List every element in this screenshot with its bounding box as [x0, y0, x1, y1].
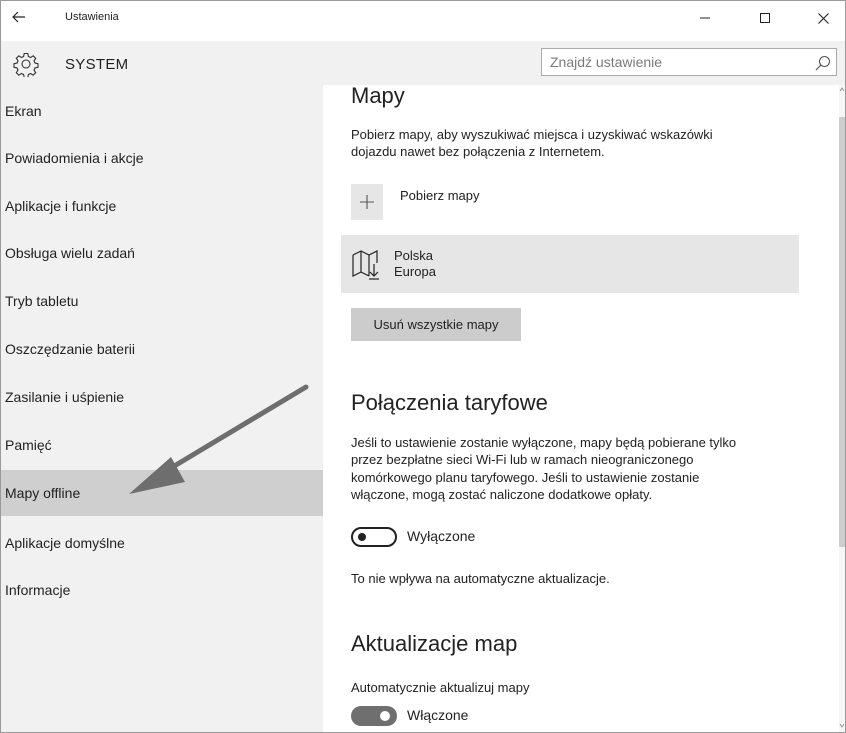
back-arrow-icon — [12, 11, 25, 23]
sidebar-item-tryb-tabletu[interactable]: Tryb tabletu — [1, 278, 323, 324]
toggle-knob — [380, 711, 390, 721]
add-map-button[interactable] — [351, 184, 383, 220]
updates-heading: Aktualizacje map — [351, 631, 518, 656]
auto-update-toggle[interactable] — [351, 706, 397, 726]
metered-description-line4: włączone, mogą zostać naliczone dodatkow… — [351, 487, 653, 502]
scrollbar[interactable] — [839, 85, 845, 732]
sidebar-item-wielozadaniowosc[interactable]: Obsługa wielu zadań — [1, 230, 323, 276]
auto-update-toggle-label: Włączone — [407, 707, 469, 723]
downloaded-map-row[interactable]: Polska Europa — [341, 235, 799, 293]
metered-description-line2: przez bezpłatne sieci Wi-Fi lub w ramach… — [351, 452, 694, 467]
search-input[interactable] — [542, 49, 802, 75]
plus-icon — [360, 195, 374, 209]
metered-description-line3: komórkowego planu taryfowego. Jeśli to u… — [351, 470, 700, 485]
sidebar-item-mapy-offline[interactable]: Mapy offline — [1, 470, 323, 516]
metered-toggle[interactable] — [351, 527, 397, 547]
sidebar-item-oszczedzanie-baterii[interactable]: Oszczędzanie baterii — [1, 326, 323, 372]
close-icon — [817, 12, 829, 24]
auto-update-label: Automatycznie aktualizuj mapy — [351, 680, 530, 695]
scroll-up-icon[interactable] — [839, 85, 845, 95]
sidebar-item-pamiec[interactable]: Pamięć — [1, 422, 323, 468]
metered-heading: Połączenia taryfowe — [351, 390, 548, 415]
maximize-button[interactable] — [743, 3, 787, 33]
add-map-label[interactable]: Pobierz mapy — [400, 188, 479, 203]
metered-note: To nie wpływa na automatyczne aktualizac… — [351, 571, 610, 586]
main-content: Mapy Pobierz mapy, aby wyszukiwać miejsc… — [323, 83, 839, 732]
remove-all-maps-button[interactable]: Usuń wszystkie mapy — [351, 308, 521, 341]
back-button[interactable] — [5, 5, 33, 29]
sidebar-item-aplikacje-domyslne[interactable]: Aplikacje domyślne — [1, 520, 323, 566]
toggle-knob — [358, 533, 366, 541]
close-button[interactable] — [801, 3, 845, 33]
sidebar-item-powiadomienia[interactable]: Powiadomienia i akcje — [1, 135, 323, 181]
map-name: Polska — [394, 248, 434, 263]
sidebar-item-informacje[interactable]: Informacje — [1, 567, 323, 613]
metered-description-line1: Jeśli to ustawienie zostanie wyłączone, … — [351, 435, 737, 450]
window-title: Ustawienia — [65, 11, 119, 23]
search-icon[interactable] — [814, 54, 832, 72]
sidebar: Ekran Powiadomienia i akcje Aplikacje i … — [1, 85, 323, 732]
maps-heading: Mapy — [351, 83, 405, 108]
section-title: SYSTEM — [65, 56, 129, 73]
minimize-icon — [700, 17, 710, 19]
map-download-icon — [352, 250, 379, 280]
minimize-button[interactable] — [683, 3, 727, 33]
sidebar-item-zasilanie[interactable]: Zasilanie i uśpienie — [1, 374, 323, 420]
search-box[interactable] — [541, 48, 837, 76]
scrollbar-thumb[interactable] — [839, 117, 845, 547]
metered-toggle-label: Wyłączone — [407, 528, 476, 544]
maximize-icon — [760, 13, 770, 23]
title-bar: Ustawienia — [1, 1, 845, 37]
gear-icon — [13, 52, 39, 77]
sidebar-item-aplikacje-funkcje[interactable]: Aplikacje i funkcje — [1, 183, 323, 229]
maps-description-line1: Pobierz mapy, aby wyszukiwać miejsca i u… — [351, 127, 713, 142]
maps-description-line2: dojazdu nawet bez połączenia z Internete… — [351, 144, 605, 159]
settings-window: Ustawienia SYSTEM Ekran Powiadomienia i … — [0, 0, 846, 733]
sidebar-item-ekran[interactable]: Ekran — [1, 88, 323, 134]
scroll-down-icon[interactable] — [839, 721, 845, 731]
map-region: Europa — [394, 264, 436, 279]
